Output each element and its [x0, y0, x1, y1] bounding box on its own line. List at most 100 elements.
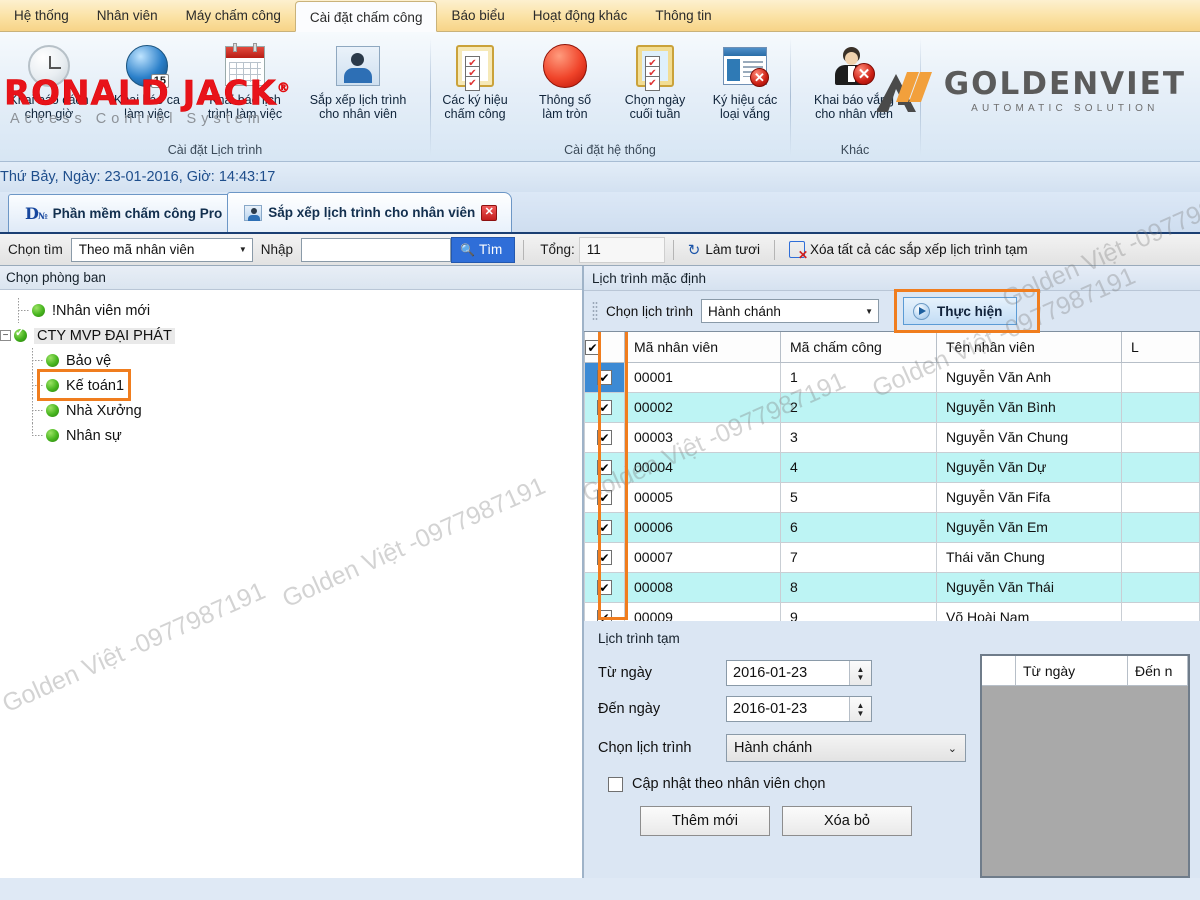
- row-checkbox-cell[interactable]: ✔: [584, 541, 625, 573]
- drag-grip-icon[interactable]: [592, 301, 598, 321]
- row-checkbox[interactable]: ✔: [597, 460, 612, 476]
- table-row[interactable]: ✔ 00003 3 Nguyễn Văn Chung: [584, 421, 1200, 453]
- globe-icon: 15: [126, 42, 169, 90]
- delete-all-temp-schedules-button[interactable]: ✕ Xóa tất cả các sắp xếp lịch trình tạm: [783, 241, 1034, 261]
- expander-collapse-icon[interactable]: −: [0, 330, 11, 341]
- row-checkbox[interactable]: ✔: [597, 520, 612, 536]
- tree-item-nhan-su[interactable]: Nhân sự: [24, 423, 582, 448]
- tree-item-bao-ve[interactable]: Bảo vệ: [24, 348, 582, 373]
- row-checkbox[interactable]: ✔: [597, 550, 612, 566]
- spinner-arrows-icon[interactable]: ▲ ▼: [849, 697, 871, 721]
- cell-ma-nhan-vien: 00001: [624, 361, 781, 393]
- menu-item-cai-dat-cham-cong[interactable]: Cài đặt chấm công: [294, 1, 438, 32]
- employee-card-icon: [244, 204, 263, 221]
- add-new-button[interactable]: Thêm mới: [640, 806, 770, 836]
- ribbon-button-ky-hieu-cac-loai-vang[interactable]: ✕ Ký hiệu các loại vắng: [700, 36, 790, 140]
- table-row[interactable]: ✔ 00005 5 Nguyễn Văn Fifa: [584, 481, 1200, 513]
- row-checkbox-cell[interactable]: ✔: [584, 571, 625, 603]
- temp-schedule-section: Lịch trình tạm Từ ngày 2016-01-23 ▲ ▼ Đến…: [584, 621, 1200, 878]
- default-schedule-title: Lịch trình mặc định: [584, 266, 1200, 291]
- tree-item-ke-toan1[interactable]: Kế toán1: [24, 369, 582, 401]
- delete-all-label: Xóa tất cả các sắp xếp lịch trình tạm: [810, 242, 1028, 257]
- search-field-select[interactable]: Theo mã nhân viên ▼: [70, 237, 253, 262]
- execute-button[interactable]: Thực hiện: [903, 297, 1018, 325]
- row-checkbox-cell[interactable]: ✔: [584, 511, 625, 543]
- refresh-label: Làm tươi: [705, 242, 761, 257]
- delete-button[interactable]: Xóa bỏ: [782, 806, 912, 836]
- table-row[interactable]: ✔ 00006 6 Nguyễn Văn Em: [584, 511, 1200, 543]
- ribbon-button-cac-ky-hieu-cham-cong[interactable]: ✔ ✔ ✔ Các ký hiệu chấm công: [430, 36, 520, 140]
- to-date-label: Đến ngày: [598, 701, 661, 717]
- row-checkbox[interactable]: ✔: [597, 610, 612, 621]
- doc-tab-label: Sắp xếp lịch trình cho nhân viên: [268, 205, 476, 220]
- tree-item-nhan-vien-moi[interactable]: !Nhân viên mới: [10, 298, 582, 323]
- table-row[interactable]: ✔ 00008 8 Nguyễn Văn Thái: [584, 571, 1200, 603]
- golden-viet-mark-icon: [874, 68, 934, 114]
- table-row[interactable]: ✔ 00004 4 Nguyễn Văn Dự: [584, 451, 1200, 483]
- grid-header-lich-trinh[interactable]: L: [1121, 332, 1200, 363]
- menu-item-may-cham-cong[interactable]: Máy chấm công: [172, 0, 295, 31]
- cell-ma-cham-cong: 7: [780, 541, 937, 573]
- doc-tab-sap-xep-lich-trinh[interactable]: Sắp xếp lịch trình cho nhân viên ✕: [227, 192, 513, 232]
- refresh-button[interactable]: ↻ Làm tươi: [682, 241, 766, 259]
- tree-item-cty-mvp-dai-phat[interactable]: − CTY MVP ĐẠI PHÁT: [0, 323, 582, 348]
- table-row[interactable]: ✔ 00002 2 Nguyễn Văn Bình: [584, 391, 1200, 423]
- menu-item-bao-bieu[interactable]: Báo biểu: [437, 0, 518, 31]
- tree-item-nha-xuong[interactable]: Nhà Xưởng: [24, 398, 582, 423]
- cell-ten-nhan-vien: Nguyễn Văn Bình: [936, 391, 1122, 423]
- row-checkbox[interactable]: ✔: [597, 430, 612, 446]
- search-button-label: Tìm: [479, 242, 503, 257]
- ribbon-button-khai-bao-lich-trinh-lam-viec[interactable]: Khai báo lịch trình làm việc: [196, 36, 294, 140]
- datetime-text: Thứ Bảy, Ngày: 23-01-2016, Giờ: 14:43:17: [0, 169, 276, 185]
- row-checkbox[interactable]: ✔: [597, 400, 612, 416]
- row-checkbox[interactable]: ✔: [597, 580, 612, 596]
- doc-tab-phan-mem-cham-cong[interactable]: D№ Phần mềm chấm công Pro: [8, 194, 238, 232]
- table-row[interactable]: ✔ 00001 1 Nguyễn Văn Anh: [584, 361, 1200, 393]
- temp-schedule-grid[interactable]: Từ ngày Đến n: [980, 654, 1190, 878]
- close-icon[interactable]: ✕: [481, 204, 498, 221]
- window-delete-icon: ✕: [723, 42, 769, 90]
- select-all-checkbox[interactable]: ✔: [585, 340, 600, 356]
- cell-ten-nhan-vien: Võ Hoài Nam: [936, 601, 1122, 621]
- row-checkbox-cell[interactable]: ✔: [584, 451, 625, 483]
- temp-schedule-select[interactable]: Hành chánh ⌄: [726, 734, 966, 762]
- row-checkbox-cell[interactable]: ✔: [584, 601, 625, 621]
- row-checkbox-cell[interactable]: ✔: [584, 391, 625, 423]
- ribbon-button-khai-bao-cach-chon-gio[interactable]: Khai báo cách chọn giờ: [0, 36, 98, 140]
- golden-viet-tagline: AUTOMATIC SOLUTION: [971, 103, 1159, 114]
- grid-header-ten-nhan-vien[interactable]: Tên nhân viên: [936, 332, 1122, 363]
- cell-ma-nhan-vien: 00005: [624, 481, 781, 513]
- row-checkbox[interactable]: ✔: [597, 490, 612, 506]
- ribbon-button-sap-xep-lich-trinh[interactable]: Sắp xếp lịch trình cho nhân viên: [294, 36, 422, 140]
- document-tab-strip: D№ Phần mềm chấm công Pro Sắp xếp lịch t…: [0, 192, 1200, 234]
- row-checkbox-cell[interactable]: ✔: [584, 421, 625, 453]
- update-by-selected-employee-checkbox[interactable]: [608, 776, 623, 792]
- ribbon-button-label: Sắp xếp lịch trình cho nhân viên: [309, 93, 407, 121]
- row-checkbox-cell[interactable]: ✔: [584, 361, 625, 393]
- menu-item-he-thong[interactable]: Hệ thống: [0, 0, 83, 31]
- employee-grid-container[interactable]: ✔ Mã nhân viên Mã chấm công Tên nhân viê…: [584, 331, 1200, 621]
- search-button[interactable]: 🔍 Tìm: [451, 236, 516, 263]
- to-date-stepper[interactable]: 2016-01-23 ▲ ▼: [726, 696, 872, 722]
- grid-header-ma-nhan-vien[interactable]: Mã nhân viên: [624, 332, 781, 363]
- search-input[interactable]: [301, 237, 452, 262]
- row-checkbox[interactable]: ✔: [597, 370, 612, 386]
- row-checkbox-cell[interactable]: ✔: [584, 481, 625, 513]
- ribbon-button-thong-so-lam-tron[interactable]: Thông số làm tròn: [520, 36, 610, 140]
- menu-item-hoat-dong-khac[interactable]: Hoạt động khác: [519, 0, 642, 31]
- grid-header-ma-cham-cong[interactable]: Mã chấm công: [780, 332, 937, 363]
- ribbon-button-khai-bao-ca-lam-viec[interactable]: 15 Khai báo ca làm việc: [98, 36, 196, 140]
- table-row[interactable]: ✔ 00009 9 Võ Hoài Nam: [584, 601, 1200, 621]
- menu-item-nhan-vien[interactable]: Nhân viên: [83, 0, 172, 31]
- menu-item-thong-tin[interactable]: Thông tin: [641, 0, 725, 31]
- cell-lich-trinh: [1121, 361, 1200, 393]
- employee-grid: ✔ Mã nhân viên Mã chấm công Tên nhân viê…: [584, 332, 1200, 621]
- cell-ma-nhan-vien: 00006: [624, 511, 781, 543]
- schedule-select[interactable]: Hành chánh ▼: [701, 299, 880, 323]
- table-row[interactable]: ✔ 00007 7 Thái văn Chung: [584, 541, 1200, 573]
- ribbon-button-chon-ngay-cuoi-tuan[interactable]: ✔ ✔ ✔ Chọn ngày cuối tuần: [610, 36, 700, 140]
- search-choose-label: Chọn tìm: [8, 242, 63, 257]
- grid-header-select-all[interactable]: ✔: [584, 332, 625, 363]
- spinner-arrows-icon[interactable]: ▲ ▼: [849, 661, 871, 685]
- from-date-stepper[interactable]: 2016-01-23 ▲ ▼: [726, 660, 872, 686]
